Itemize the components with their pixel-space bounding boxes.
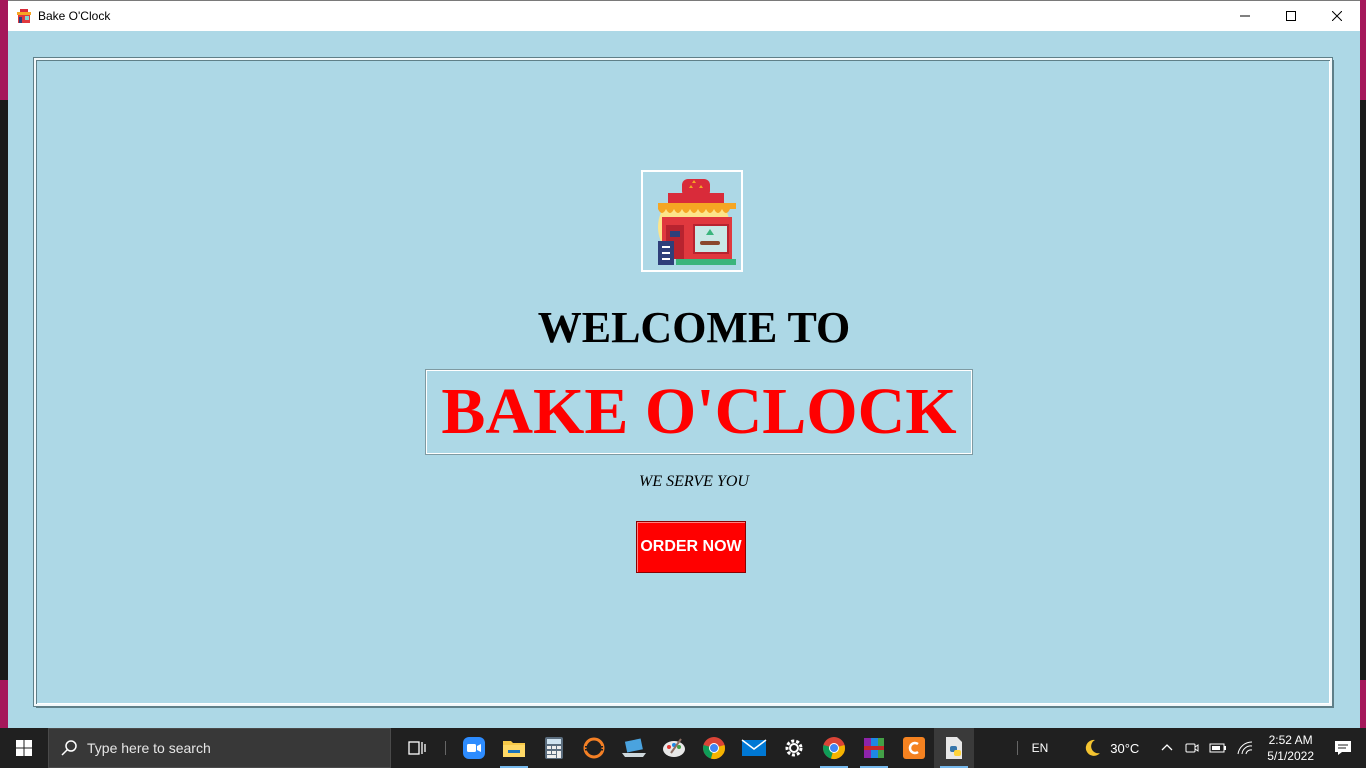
wifi-icon[interactable] (1237, 741, 1253, 755)
mail-icon (741, 739, 767, 756)
taskbar: Type here to search EN 30°C 2:52 AM 5/1/… (0, 728, 1366, 768)
order-now-button[interactable]: ORDER NOW (636, 521, 746, 573)
chevron-up-icon[interactable] (1161, 742, 1173, 754)
ms-editor-app[interactable] (894, 728, 934, 768)
clock-time: 2:52 AM (1268, 733, 1313, 747)
python-app[interactable] (934, 728, 974, 768)
weather-moon-icon[interactable] (1082, 738, 1102, 758)
chrome-app[interactable] (694, 728, 734, 768)
language-indicator[interactable]: EN (1032, 741, 1049, 755)
tagline: WE SERVE YOU (639, 473, 749, 490)
paint-icon (663, 738, 685, 757)
system-clock[interactable]: 2:52 AM 5/1/2022 (1267, 732, 1314, 764)
notifications-icon[interactable] (1334, 740, 1352, 756)
close-button[interactable] (1314, 1, 1360, 31)
zoom-app[interactable] (454, 728, 494, 768)
bakery-shop-icon (658, 179, 736, 265)
chrome-icon (823, 737, 845, 759)
chrome-app-2[interactable] (814, 728, 854, 768)
clock-date: 5/1/2022 (1267, 749, 1314, 763)
task-view-icon (408, 741, 426, 755)
maximize-icon (1286, 11, 1296, 21)
laptop-app[interactable] (614, 728, 654, 768)
paint-app[interactable] (654, 728, 694, 768)
minimize-icon (1240, 15, 1250, 17)
task-view-button[interactable] (397, 728, 437, 768)
app-window: Bake O'Clock WELCOME TO BAKE O'CLOCK WE … (8, 0, 1360, 729)
settings-app[interactable] (774, 728, 814, 768)
mail-app[interactable] (734, 728, 774, 768)
window-title: Bake O'Clock (38, 9, 111, 23)
search-placeholder: Type here to search (87, 740, 211, 756)
meet-now-icon[interactable] (1185, 741, 1199, 755)
taskbar-search[interactable]: Type here to search (48, 728, 391, 768)
calculator-app[interactable] (534, 728, 574, 768)
zoom-icon (463, 737, 485, 759)
eclipse-app[interactable] (574, 728, 614, 768)
file-explorer-icon (503, 741, 525, 757)
ms-editor-icon (903, 737, 925, 759)
close-icon (1332, 11, 1342, 21)
brand-box: BAKE O'CLOCK (425, 369, 973, 455)
title-bar[interactable]: Bake O'Clock (8, 1, 1360, 31)
file-explorer-app[interactable] (494, 728, 534, 768)
winrar-app[interactable] (854, 728, 894, 768)
battery-icon[interactable] (1209, 742, 1227, 754)
start-button[interactable] (0, 728, 48, 768)
search-icon (61, 740, 77, 756)
welcome-heading: WELCOME TO (537, 303, 851, 352)
content-frame: WELCOME TO BAKE O'CLOCK WE SERVE YOU ORD… (33, 57, 1333, 707)
maximize-button[interactable] (1268, 1, 1314, 31)
windows-icon (16, 740, 32, 756)
python-file-icon (946, 737, 962, 759)
settings-icon (785, 739, 803, 757)
calculator-icon (545, 737, 563, 759)
logo (641, 170, 743, 272)
bakery-app-icon (17, 9, 31, 23)
winrar-icon (864, 738, 884, 758)
eclipse-icon (583, 737, 605, 759)
laptop-icon (622, 738, 646, 757)
brand-title: BAKE O'CLOCK (441, 375, 957, 448)
minimize-button[interactable] (1222, 1, 1268, 31)
weather-temperature[interactable]: 30°C (1110, 741, 1139, 756)
chrome-icon (703, 737, 725, 759)
system-tray: EN 30°C 2:52 AM 5/1/2022 (1016, 728, 1366, 768)
